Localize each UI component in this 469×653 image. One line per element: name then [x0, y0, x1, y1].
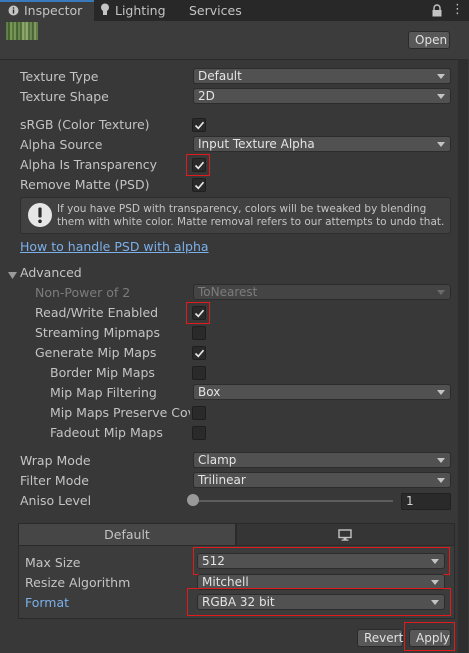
- non-power-of-2-value: ToNearest: [198, 285, 258, 299]
- aniso-level-label: Aniso Level: [20, 493, 92, 508]
- streaming-mipmaps-checkbox[interactable]: [192, 326, 206, 340]
- alpha-source-dropdown[interactable]: Input Texture Alpha: [193, 136, 451, 152]
- srgb-checkbox[interactable]: [192, 118, 206, 132]
- fadeout-mip-maps-checkbox[interactable]: [192, 426, 206, 440]
- asset-header: Open: [0, 21, 469, 59]
- filter-mode-value: Trilinear: [198, 473, 246, 487]
- format-value: RGBA 32 bit: [202, 595, 275, 609]
- remove-matte-label: Remove Matte (PSD): [20, 177, 150, 192]
- alpha-transparency-label: Alpha Is Transparency: [20, 157, 158, 172]
- chevron-down-icon: [431, 559, 439, 564]
- non-power-of-2-dropdown[interactable]: ToNearest: [193, 284, 451, 300]
- format-label: Format: [25, 595, 70, 610]
- apply-button[interactable]: Apply: [409, 629, 451, 647]
- srgb-label: sRGB (Color Texture): [20, 117, 150, 132]
- chevron-down-icon: [437, 390, 445, 395]
- texture-type-label: Texture Type: [20, 69, 99, 84]
- wrap-mode-label: Wrap Mode: [20, 453, 91, 468]
- chevron-down-icon: [437, 458, 445, 463]
- format-dropdown[interactable]: RGBA 32 bit: [197, 594, 445, 610]
- psd-alpha-help-link[interactable]: How to handle PSD with alpha: [20, 239, 209, 255]
- max-size-dropdown[interactable]: 512: [197, 553, 445, 569]
- mip-maps-preserve-label: Mip Maps Preserve Cove: [50, 405, 190, 420]
- remove-matte-checkbox[interactable]: [192, 178, 206, 192]
- aniso-level-slider-track[interactable]: [193, 500, 393, 502]
- generate-mip-maps-label: Generate Mip Maps: [35, 345, 157, 360]
- help-box: If you have PSD with transparency, color…: [20, 197, 451, 234]
- filter-mode-label: Filter Mode: [20, 473, 89, 488]
- tab-services-label: Services: [189, 3, 242, 18]
- warning-info-icon: [27, 202, 53, 231]
- checkmark-icon: [194, 161, 205, 170]
- advanced-foldout-label[interactable]: Advanced: [20, 265, 82, 281]
- tab-inspector-label: Inspector: [24, 3, 83, 18]
- lightbulb-icon: [100, 1, 110, 23]
- foldout-arrow-icon[interactable]: [8, 269, 18, 283]
- tab-services[interactable]: Services: [189, 0, 259, 21]
- chevron-down-icon: [437, 478, 445, 483]
- non-power-of-2-label: Non-Power of 2: [35, 285, 131, 300]
- tab-platform-default[interactable]: Default: [18, 523, 236, 546]
- wrap-mode-dropdown[interactable]: Clamp: [193, 452, 451, 468]
- more-options-icon[interactable]: ⋮: [451, 3, 464, 17]
- inspector-info-icon: [8, 1, 19, 23]
- border-mip-maps-checkbox[interactable]: [192, 366, 206, 380]
- border-mip-maps-label: Border Mip Maps: [50, 365, 155, 380]
- chevron-down-icon: [431, 580, 439, 585]
- checkmark-icon: [194, 349, 205, 358]
- tab-platform-standalone[interactable]: [236, 523, 455, 546]
- monitor-icon: [338, 529, 352, 544]
- help-text: If you have PSD with transparency, color…: [57, 203, 445, 228]
- chevron-down-icon: [431, 600, 439, 605]
- read-write-checkbox[interactable]: [192, 306, 206, 320]
- chevron-down-icon: [437, 290, 445, 295]
- aniso-level-slider-knob[interactable]: [187, 494, 199, 506]
- header-divider: [0, 59, 458, 60]
- streaming-mipmaps-label: Streaming Mipmaps: [35, 325, 161, 340]
- editor-tab-bar: Inspector Lighting Services ⋮: [0, 0, 469, 21]
- texture-shape-label: Texture Shape: [20, 89, 109, 104]
- chevron-down-icon: [437, 94, 445, 99]
- max-size-value: 512: [202, 554, 225, 568]
- texture-thumbnail: [6, 22, 38, 40]
- tab-lighting[interactable]: Lighting: [100, 0, 180, 21]
- resize-algorithm-value: Mitchell: [202, 575, 249, 589]
- tab-lighting-label: Lighting: [115, 3, 166, 18]
- texture-type-value: Default: [198, 69, 242, 83]
- max-size-label: Max Size: [25, 555, 81, 570]
- alpha-source-value: Input Texture Alpha: [198, 137, 315, 151]
- tab-inspector[interactable]: Inspector: [0, 0, 94, 21]
- read-write-label: Read/Write Enabled: [35, 305, 159, 320]
- mip-map-filtering-dropdown[interactable]: Box: [193, 384, 451, 400]
- alpha-source-label: Alpha Source: [20, 137, 103, 152]
- texture-shape-value: 2D: [198, 89, 215, 103]
- texture-type-dropdown[interactable]: Default: [193, 68, 451, 84]
- lock-icon[interactable]: [431, 4, 443, 17]
- scrollbar[interactable]: [458, 59, 468, 653]
- mip-maps-preserve-checkbox[interactable]: [192, 406, 206, 420]
- open-button[interactable]: Open: [408, 31, 450, 49]
- revert-button[interactable]: Revert: [357, 629, 403, 647]
- wrap-mode-value: Clamp: [198, 453, 237, 467]
- fadeout-mip-maps-label: Fadeout Mip Maps: [50, 425, 163, 440]
- checkmark-icon: [194, 121, 205, 130]
- alpha-transparency-checkbox[interactable]: [192, 158, 206, 172]
- mip-map-filtering-value: Box: [198, 385, 221, 399]
- mip-map-filtering-label: Mip Map Filtering: [50, 385, 157, 400]
- resize-algorithm-label: Resize Algorithm: [25, 575, 131, 590]
- generate-mip-maps-checkbox[interactable]: [192, 346, 206, 360]
- filter-mode-dropdown[interactable]: Trilinear: [193, 472, 451, 488]
- aniso-level-field[interactable]: 1: [401, 493, 451, 510]
- checkmark-icon: [194, 309, 205, 318]
- texture-shape-dropdown[interactable]: 2D: [193, 88, 451, 104]
- chevron-down-icon: [437, 142, 445, 147]
- chevron-down-icon: [437, 74, 445, 79]
- checkmark-icon: [194, 181, 205, 190]
